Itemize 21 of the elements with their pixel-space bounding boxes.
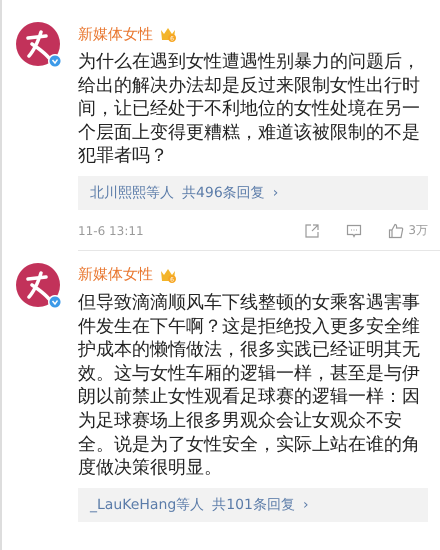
avatar-icon[interactable] <box>16 262 62 309</box>
reply-users[interactable]: 北川熙熙 <box>90 184 146 202</box>
chevron-icon: › <box>302 496 309 513</box>
reply-suffix: 等人 <box>176 496 204 514</box>
timestamp: 11-6 13:11 <box>78 224 145 238</box>
replies-link[interactable]: _LauKeHang等人 共101条回复 › <box>78 488 428 522</box>
share-icon[interactable] <box>304 222 320 239</box>
avatar-icon[interactable] <box>16 22 62 68</box>
comment-text: 但导致滴滴顺风车下线整顿的女乘客遇害事件发生在下午啊？这是拒绝投入更多安全维护成本的懒惰做法，很多实践已经证明其无效。这与女性车厢的逻辑一样，甚至是与伊朗以前禁止女性观看足球赛的逻辑一样：因为足球赛场上很多男观众会让女观众不安全。说是为了女性安全，实际上站在谁的角度做决策很明显。 <box>78 290 421 480</box>
like-count: 3万 <box>408 222 428 240</box>
reply-count[interactable]: 共496条回复 <box>182 184 265 202</box>
replies-link[interactable]: 北川熙熙等人 共496条回复 › <box>78 176 428 210</box>
thumbs-up-icon[interactable] <box>388 222 404 239</box>
author-name[interactable]: 新媒体女性 <box>78 24 153 44</box>
reply-suffix: 等人 <box>146 184 174 202</box>
reply-users[interactable]: _LauKeHang <box>90 496 176 513</box>
reply-count[interactable]: 共101条回复 <box>212 496 295 514</box>
chevron-icon: › <box>272 184 278 201</box>
comment-text: 为什么在遇到女性遭遇性别暴力的问题后，给出的解决办法却是反过来限制女性出行时间，让已经处于不利地位的女性处境在另一个层面上变得更糟糕，难道该被限制的不是犯罪者吗？ <box>78 50 421 168</box>
author-name[interactable]: 新媒体女性 <box>78 265 153 284</box>
comment-icon[interactable] <box>346 222 362 239</box>
